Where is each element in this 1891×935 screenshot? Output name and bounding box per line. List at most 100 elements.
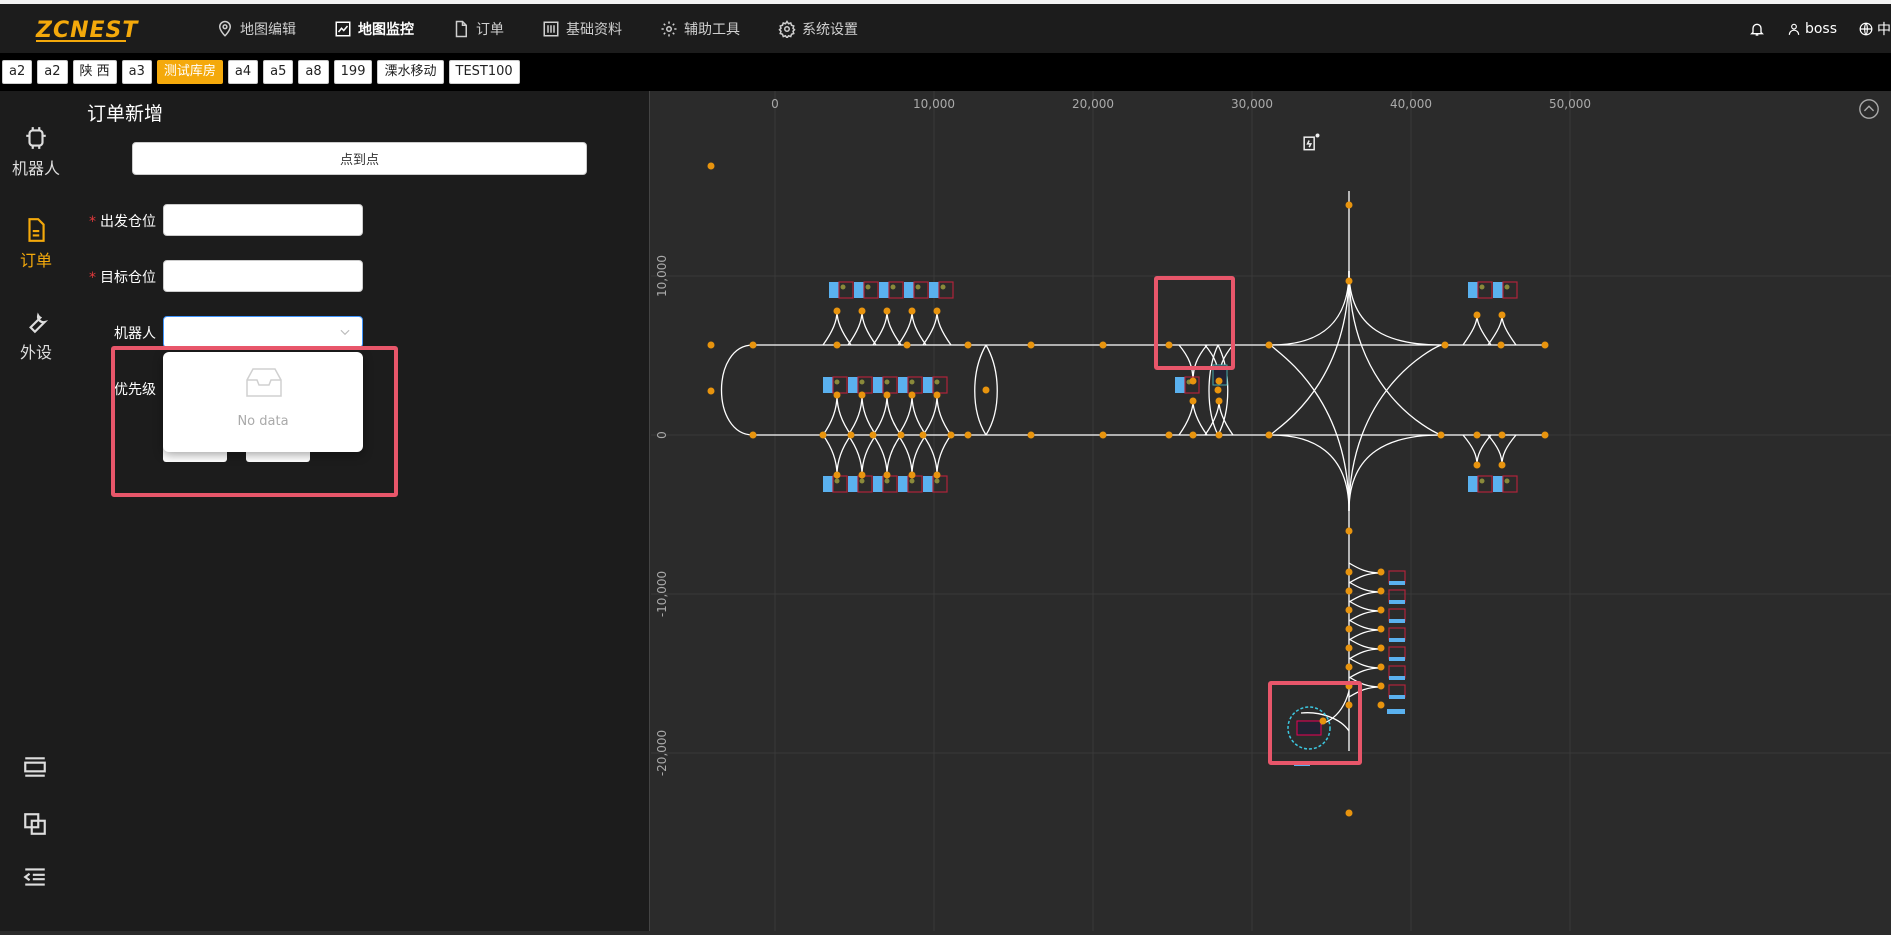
path-branch [836, 394, 852, 436]
rack-marker [1175, 377, 1185, 393]
path-node [1377, 682, 1385, 690]
warehouse-tab[interactable]: a8 [298, 60, 329, 84]
path-branch [897, 310, 913, 346]
path-curve [1270, 434, 1350, 512]
sidebar-item-peripherals[interactable]: 外设 [0, 309, 72, 363]
path-node [897, 431, 905, 439]
nav-settings[interactable]: 系统设置 [778, 19, 858, 39]
warehouse-tab[interactable]: TEST100 [448, 60, 520, 84]
slot-dot [909, 379, 915, 385]
path-curve [1348, 434, 1442, 512]
warehouse-tab[interactable]: 陕 西 [72, 60, 117, 84]
slot-dot [909, 478, 915, 484]
path-branch [936, 310, 952, 346]
path-node [919, 431, 927, 439]
layout-rows-icon[interactable] [22, 754, 48, 780]
highlight-box-dropdown [111, 346, 398, 497]
rack-marker [873, 476, 883, 492]
sidebar-item-orders[interactable]: 订单 [0, 217, 72, 271]
path-node [1377, 663, 1385, 671]
storage-slot-top [913, 281, 929, 299]
path-node [1215, 377, 1223, 385]
warehouse-tab[interactable]: a3 [121, 60, 152, 84]
copy-layers-icon[interactable] [22, 811, 48, 837]
path-node [1377, 568, 1385, 576]
path-branch [872, 394, 888, 436]
from-location-label-text: 出发仓位 [100, 214, 156, 230]
path-branch [922, 394, 938, 436]
path-curve [1348, 270, 1442, 346]
map-y-axis: 10,000 0 -10,000 -20,000 [655, 255, 669, 776]
warehouse-tab[interactable]: 溧水移动 [377, 60, 444, 84]
path-node [1345, 527, 1353, 535]
path-node [1345, 644, 1353, 652]
nav-tools[interactable]: 辅助工具 [660, 19, 740, 39]
x-tick-label: 30,000 [1231, 97, 1273, 111]
path-node [1473, 431, 1481, 439]
path-node [1214, 386, 1222, 394]
from-location-input[interactable] [163, 204, 363, 236]
warehouse-tab[interactable]: 199 [333, 60, 373, 84]
path-branch [1348, 648, 1382, 660]
from-location-label: * 出发仓位 [72, 211, 156, 231]
point-to-point-button[interactable]: 点到点 [132, 142, 587, 175]
path-node [1189, 377, 1197, 385]
warehouse-tab-active[interactable]: 测试库房 [156, 60, 223, 84]
path-node [1377, 644, 1385, 652]
rack-marker [1387, 709, 1405, 714]
collapse-up-icon[interactable] [1858, 98, 1880, 120]
to-location-input[interactable] [163, 260, 363, 292]
nav-base-data[interactable]: 基础资料 [542, 19, 622, 39]
user-menu[interactable]: boss [1787, 21, 1837, 37]
rack-marker [1468, 476, 1478, 492]
left-sidebar: 机器人 订单 外设 [0, 91, 72, 931]
slot-dot [859, 478, 865, 484]
rack-marker [929, 282, 939, 298]
path-node [1345, 809, 1353, 817]
collapse-menu-icon[interactable] [22, 864, 48, 890]
robot-select[interactable] [163, 316, 363, 348]
storage-slot-right [1477, 475, 1493, 493]
rack-marker [1389, 695, 1405, 699]
nav-map-monitor[interactable]: 地图监控 [334, 19, 414, 39]
path-node [707, 162, 715, 170]
bell-button[interactable] [1749, 21, 1765, 37]
rack-marker [898, 377, 908, 393]
path-branch [861, 310, 877, 346]
warehouse-tab[interactable]: a2 [2, 60, 33, 84]
map-paths [720, 191, 1545, 751]
nav-orders[interactable]: 订单 [452, 19, 504, 39]
nav-map-edit[interactable]: 地图编辑 [216, 19, 296, 39]
y-tick-label: 10,000 [655, 255, 669, 297]
rack-marker [1493, 282, 1503, 298]
path-node [707, 387, 715, 395]
path-node [749, 431, 757, 439]
path-node [1345, 625, 1353, 633]
slot-dot [890, 284, 896, 290]
warehouse-tab[interactable]: a4 [227, 60, 259, 84]
nav-orders-label: 订单 [476, 21, 504, 38]
path-node [1498, 311, 1506, 319]
path-branch [1348, 667, 1382, 679]
path-branch [861, 434, 877, 476]
path-branch [836, 310, 852, 346]
x-tick-label: 0 [771, 97, 779, 111]
path-branch [897, 434, 913, 476]
map-canvas[interactable]: 0 10,000 20,000 30,000 40,000 50,000 10,000 0 -… [651, 91, 1891, 931]
order-form-panel: 订单新增 点到点 * 出发仓位 * 目标仓位 机器人 优先级 No data [72, 91, 650, 931]
path-left-loop [720, 344, 754, 436]
path-branch [1348, 610, 1382, 622]
nav-map-monitor-label: 地图监控 [358, 21, 414, 38]
map-svg[interactable]: 0 10,000 20,000 30,000 40,000 50,000 10,000 0 -… [651, 91, 1891, 931]
warehouse-tab[interactable]: a5 [263, 60, 294, 84]
storage-slot-right [1502, 475, 1518, 493]
path-branch [836, 434, 852, 476]
warehouse-tab[interactable]: a2 [37, 60, 68, 84]
storage-slot-mid [857, 376, 873, 394]
slot-dot [884, 379, 890, 385]
path-branch [1487, 434, 1503, 466]
x-tick-label: 20,000 [1072, 97, 1114, 111]
rack-marker [854, 282, 864, 298]
language-switch[interactable]: 中 [1859, 19, 1891, 39]
sidebar-item-robot[interactable]: 机器人 [0, 125, 72, 179]
